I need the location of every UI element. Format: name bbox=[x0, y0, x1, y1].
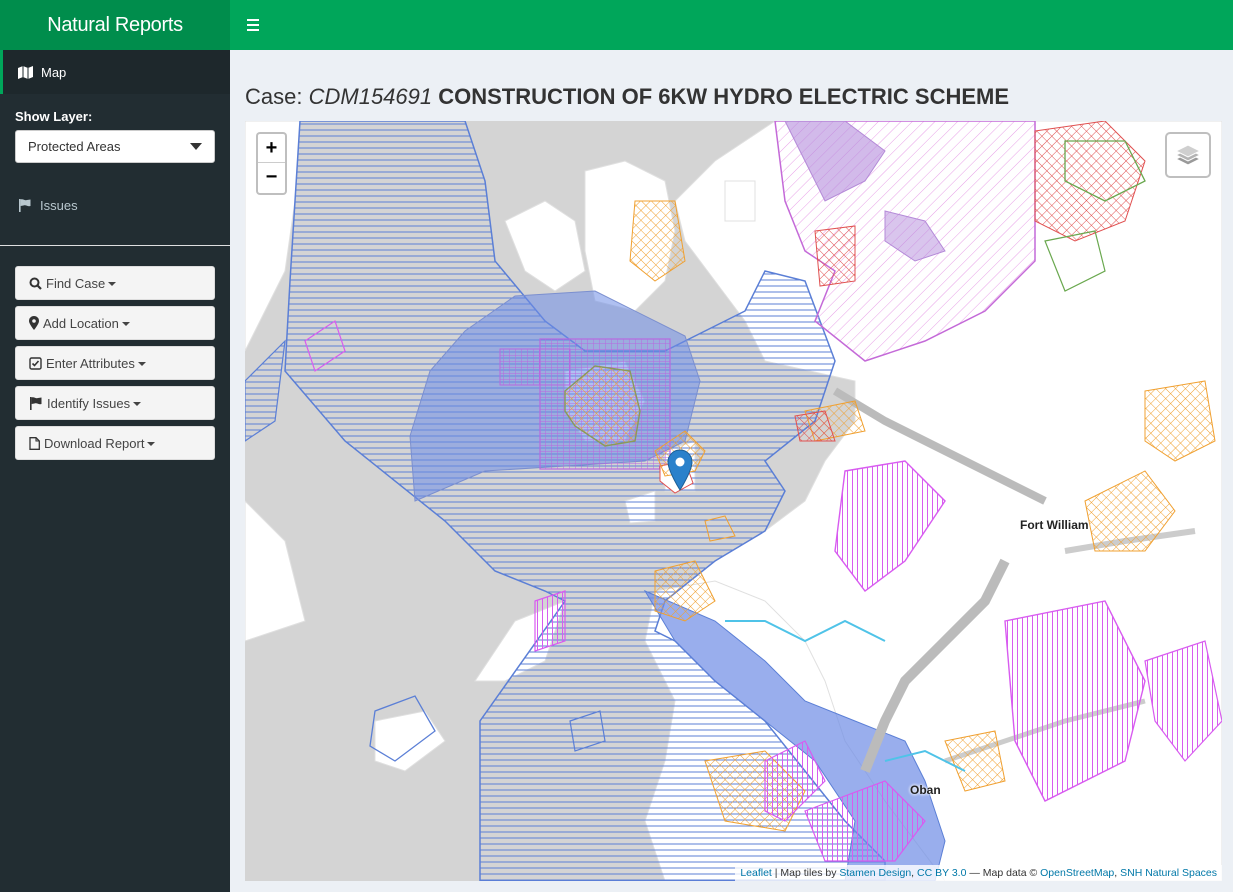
page-title: Case: CDM154691 CONSTRUCTION OF 6KW HYDR… bbox=[245, 84, 1009, 110]
button-label: Identify Issues bbox=[47, 395, 131, 411]
find-case-button[interactable]: Find Case bbox=[15, 266, 215, 300]
add-location-button[interactable]: Add Location bbox=[15, 306, 215, 340]
sidebar-item-label: Map bbox=[41, 64, 67, 80]
caret-down-icon bbox=[147, 442, 156, 446]
search-icon bbox=[29, 277, 42, 290]
chevron-down-icon bbox=[190, 143, 202, 150]
check-square-icon bbox=[29, 356, 42, 370]
flag-icon bbox=[30, 397, 42, 410]
sidebar-item-label: Issues bbox=[40, 197, 78, 213]
caret-down-icon bbox=[108, 282, 117, 286]
file-icon bbox=[29, 436, 40, 450]
case-description: CONSTRUCTION OF 6KW HYDRO ELECTRIC SCHEM… bbox=[438, 84, 1010, 109]
zoom-out-button[interactable]: − bbox=[258, 163, 285, 192]
osm-link[interactable]: OpenStreetMap bbox=[1040, 867, 1114, 879]
map-attribution: Leaflet | Map tiles by Stamen Design, CC… bbox=[735, 865, 1222, 881]
top-navbar bbox=[230, 0, 1233, 50]
grid-protected-box-small bbox=[499, 348, 571, 386]
attribution-text: | Map tiles by bbox=[774, 867, 837, 879]
download-report-button[interactable]: Download Report bbox=[15, 426, 215, 460]
map-marker-icon bbox=[29, 316, 39, 330]
layer-select-value: Protected Areas bbox=[28, 139, 121, 154]
case-id: CDM154691 bbox=[308, 84, 433, 109]
layers-icon bbox=[1174, 144, 1202, 166]
case-prefix: Case: bbox=[245, 84, 303, 109]
caret-down-icon bbox=[137, 362, 146, 366]
button-label: Download Report bbox=[44, 435, 145, 451]
map-canvas[interactable]: Fort William Oban + − Leaflet | Map tile… bbox=[245, 121, 1222, 881]
leaflet-link[interactable]: Leaflet bbox=[740, 867, 772, 879]
attribution-comma: , bbox=[911, 867, 915, 879]
show-layer-label: Show Layer: bbox=[15, 109, 93, 124]
map-basemap bbox=[245, 121, 1222, 881]
layer-select[interactable]: Protected Areas bbox=[15, 130, 215, 163]
caret-down-icon bbox=[133, 402, 142, 406]
place-label-oban: Oban bbox=[910, 783, 941, 797]
layers-control-button[interactable] bbox=[1165, 132, 1211, 178]
attribution-data-text: — Map data © bbox=[969, 867, 1038, 879]
app-brand[interactable]: Natural Reports bbox=[0, 0, 230, 50]
stamen-link[interactable]: Stamen Design bbox=[839, 867, 911, 879]
attribution-comma: , bbox=[1114, 867, 1118, 879]
sidebar-item-map[interactable]: Map bbox=[0, 50, 230, 94]
zoom-control: + − bbox=[256, 132, 287, 195]
button-label: Enter Attributes bbox=[46, 355, 135, 371]
caret-down-icon bbox=[121, 322, 130, 326]
flag-icon bbox=[19, 199, 31, 212]
map-icon bbox=[18, 65, 33, 79]
map-marker-icon[interactable] bbox=[667, 449, 693, 491]
snh-link[interactable]: SNH Natural Spaces bbox=[1120, 867, 1217, 879]
sidebar-item-issues[interactable]: Issues bbox=[0, 187, 230, 223]
marine-protected-area-west bbox=[245, 339, 286, 442]
license-link[interactable]: CC BY 3.0 bbox=[917, 867, 966, 879]
zoom-in-button[interactable]: + bbox=[258, 134, 285, 163]
button-label: Add Location bbox=[43, 315, 119, 331]
sidebar: Map Show Layer: Protected Areas Issues F… bbox=[0, 50, 230, 892]
enter-attributes-button[interactable]: Enter Attributes bbox=[15, 346, 215, 380]
button-label: Find Case bbox=[46, 275, 106, 291]
place-label-fort-william: Fort William bbox=[1020, 518, 1089, 532]
identify-issues-button[interactable]: Identify Issues bbox=[15, 386, 215, 420]
sidebar-toggle-icon[interactable] bbox=[242, 14, 264, 36]
sidebar-divider bbox=[0, 245, 230, 246]
